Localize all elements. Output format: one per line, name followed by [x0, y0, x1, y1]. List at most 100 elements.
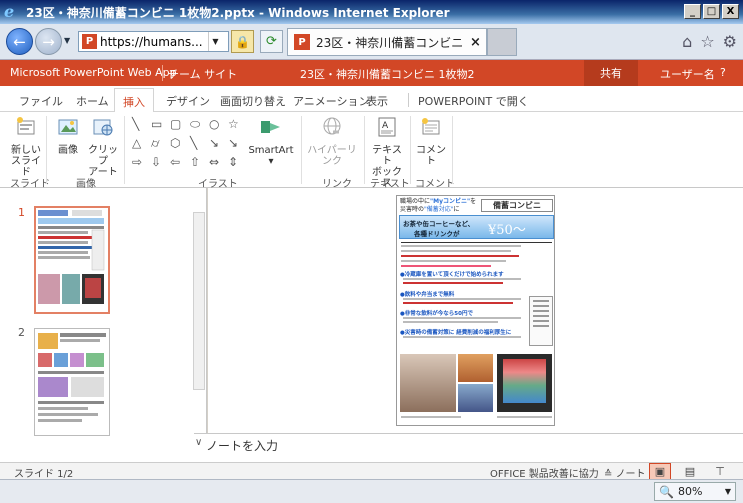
- shape-arrow-line-icon[interactable]: ╲: [190, 137, 197, 149]
- back-button[interactable]: ←: [6, 28, 33, 55]
- new-tab-button[interactable]: [487, 28, 517, 56]
- notes-input[interactable]: ノートを入力: [206, 437, 278, 454]
- browser-nav-bar: ← → ▼ P https://humans... ▼ 🔒 ⟳ P 23区・神奈…: [0, 24, 743, 60]
- tab-close-button[interactable]: ×: [470, 35, 481, 50]
- ribbon-body: 新しい スライド スライド 画像 クリップ アート 画像 ╲ ▭ ▢ ⬭ ○ ☆…: [0, 112, 743, 190]
- new-slide-label-1: 新しい: [11, 145, 41, 156]
- shape-hexagon-icon[interactable]: ⬡: [170, 137, 180, 149]
- feedback-link[interactable]: OFFICE 製品改善に協力: [490, 465, 599, 480]
- window-title-bar: e 23区・神奈川備蓄コンビニ 1枚物2.pptx - Windows Inte…: [0, 0, 743, 24]
- slide-photo-drinks: [458, 384, 493, 412]
- slide-thumbnail-2[interactable]: [34, 328, 110, 436]
- shape-rectangle-icon[interactable]: ▭: [151, 118, 162, 130]
- slideshow-icon: ⊤: [715, 465, 725, 478]
- shape-rounded-rectangle-icon[interactable]: ▢: [170, 118, 181, 130]
- team-site-link[interactable]: チーム サイト: [168, 66, 237, 82]
- hyperlink-label: ハイパーリンク: [307, 145, 357, 167]
- new-slide-button[interactable]: 新しい スライド: [8, 116, 44, 178]
- history-dropdown-icon[interactable]: ▼: [64, 36, 70, 45]
- tab-insert[interactable]: 挿入: [114, 88, 154, 113]
- textbox-label-1: テキスト: [372, 145, 402, 167]
- notes-toggle-button[interactable]: ≙ ノート: [604, 465, 646, 480]
- tab-file[interactable]: ファイル: [19, 93, 63, 109]
- forward-button[interactable]: →: [35, 28, 62, 55]
- shape-arrow-updown-icon[interactable]: ⇕: [228, 156, 238, 168]
- smartart-icon: [261, 121, 280, 133]
- header-divider: [162, 65, 163, 81]
- browser-tab[interactable]: P 23区・神奈川備蓄コンビニ 1... ×: [287, 28, 487, 56]
- hyperlink-button[interactable]: ハイパーリンク: [305, 116, 359, 167]
- tab-view[interactable]: 表示: [366, 93, 388, 109]
- close-window-button[interactable]: X: [722, 4, 739, 19]
- app-header: Microsoft PowerPoint Web App チーム サイト 23区…: [0, 60, 743, 86]
- window-title: 23区・神奈川備蓄コンビニ 1枚物2.pptx - Windows Intern…: [26, 5, 450, 20]
- shape-arrow-down-icon[interactable]: ⇩: [151, 156, 161, 168]
- zoom-control[interactable]: 🔍 80% ▼: [654, 482, 736, 501]
- shape-oval-icon[interactable]: ⬭: [190, 118, 200, 130]
- share-button[interactable]: 共有: [584, 60, 638, 86]
- lock-icon[interactable]: 🔒: [231, 30, 254, 53]
- favorites-star-icon[interactable]: ☆: [700, 32, 714, 51]
- gear-icon[interactable]: ⚙: [723, 32, 737, 51]
- comment-icon: [422, 118, 440, 135]
- chevron-down-icon[interactable]: ∨: [195, 437, 202, 448]
- tab-divider: [408, 93, 409, 107]
- editing-view-icon: ▣: [654, 465, 666, 478]
- tab-home[interactable]: ホーム: [76, 93, 109, 109]
- address-dropdown-icon[interactable]: ▼: [208, 32, 222, 51]
- thumbnail-scrollbar[interactable]: [193, 212, 205, 390]
- shape-cylinder-icon[interactable]: ⌭: [151, 137, 160, 149]
- svg-text:A: A: [382, 121, 389, 131]
- shape-arrow-diagonal-2-icon[interactable]: ↘: [228, 137, 238, 149]
- minimize-button[interactable]: _: [684, 4, 701, 19]
- url-text[interactable]: https://humans...: [100, 35, 208, 49]
- slide-thumbnail-1[interactable]: [34, 206, 110, 314]
- app-name[interactable]: Microsoft PowerPoint Web App: [10, 66, 177, 79]
- comment-button[interactable]: コメント: [414, 116, 448, 167]
- slideshow-button[interactable]: ⊤: [709, 463, 731, 480]
- slide-brand-logo: 備蓄コンビニ: [481, 199, 553, 212]
- maximize-button[interactable]: □: [703, 4, 720, 19]
- shape-circle-icon[interactable]: ○: [209, 118, 219, 130]
- tab-open-in-powerpoint[interactable]: POWERPOINT で開く: [418, 93, 529, 109]
- reading-view-button[interactable]: ▤: [679, 463, 701, 480]
- shape-arrow-diagonal-icon[interactable]: ↘: [209, 137, 219, 149]
- clip-art-icon: [93, 119, 113, 136]
- shape-arrow-right-icon[interactable]: ⇨: [132, 156, 142, 168]
- slide-body-text: [401, 245, 527, 270]
- tab-transitions[interactable]: 画面切り替え: [220, 93, 286, 109]
- clip-art-label-1: クリップ: [88, 145, 118, 167]
- shape-triangle-icon[interactable]: △: [132, 137, 141, 149]
- shape-star-icon[interactable]: ☆: [228, 118, 239, 130]
- thumbnail-1-preview: [38, 210, 105, 304]
- editing-view-button[interactable]: ▣: [649, 463, 671, 480]
- group-divider: [124, 116, 125, 184]
- smartart-button[interactable]: SmartArt ▾: [248, 116, 294, 167]
- clip-art-button[interactable]: クリップ アート: [87, 116, 119, 178]
- thumbnail-2-preview: [38, 333, 106, 422]
- group-divider: [46, 116, 47, 184]
- tab-design[interactable]: デザイン: [166, 93, 210, 109]
- tab-animations[interactable]: アニメーション: [293, 93, 370, 109]
- shape-line-icon[interactable]: ╲: [132, 118, 139, 130]
- new-slide-icon: [17, 117, 35, 135]
- shape-arrow-left-icon[interactable]: ⇦: [170, 156, 180, 168]
- powerpoint-favicon-icon: P: [82, 34, 97, 49]
- refresh-icon[interactable]: ⟳: [260, 30, 283, 53]
- current-slide[interactable]: 職場の中に"Myコンビニ"を 災害時の"備蓄対応"に 備蓄コンビニ お茶や缶コー…: [396, 195, 555, 426]
- zoom-dropdown-icon[interactable]: ▼: [725, 487, 731, 496]
- slide-count: スライド 1/2: [14, 469, 74, 480]
- slide-canvas: 職場の中に"Myコンビニ"を 災害時の"備蓄対応"に 備蓄コンビニ お茶や缶コー…: [208, 188, 743, 433]
- group-divider: [452, 116, 453, 184]
- shape-arrow-up-icon[interactable]: ⇧: [190, 156, 200, 168]
- help-button[interactable]: ?: [720, 66, 726, 79]
- shape-arrow-leftright-icon[interactable]: ⇔: [209, 156, 219, 168]
- address-bar[interactable]: P https://humans... ▼: [78, 31, 229, 52]
- picture-button[interactable]: 画像: [54, 116, 82, 156]
- slide-header-text: 職場の中に"Myコンビニ"を 災害時の"備蓄対応"に: [400, 198, 477, 213]
- home-icon[interactable]: ⌂: [682, 32, 692, 51]
- slide-photo-fridge: [497, 354, 552, 412]
- user-name[interactable]: ユーザー名: [660, 66, 715, 82]
- slide-photo-person: [400, 354, 456, 412]
- slide-thumbnail-pane: 1 2: [0, 188, 207, 462]
